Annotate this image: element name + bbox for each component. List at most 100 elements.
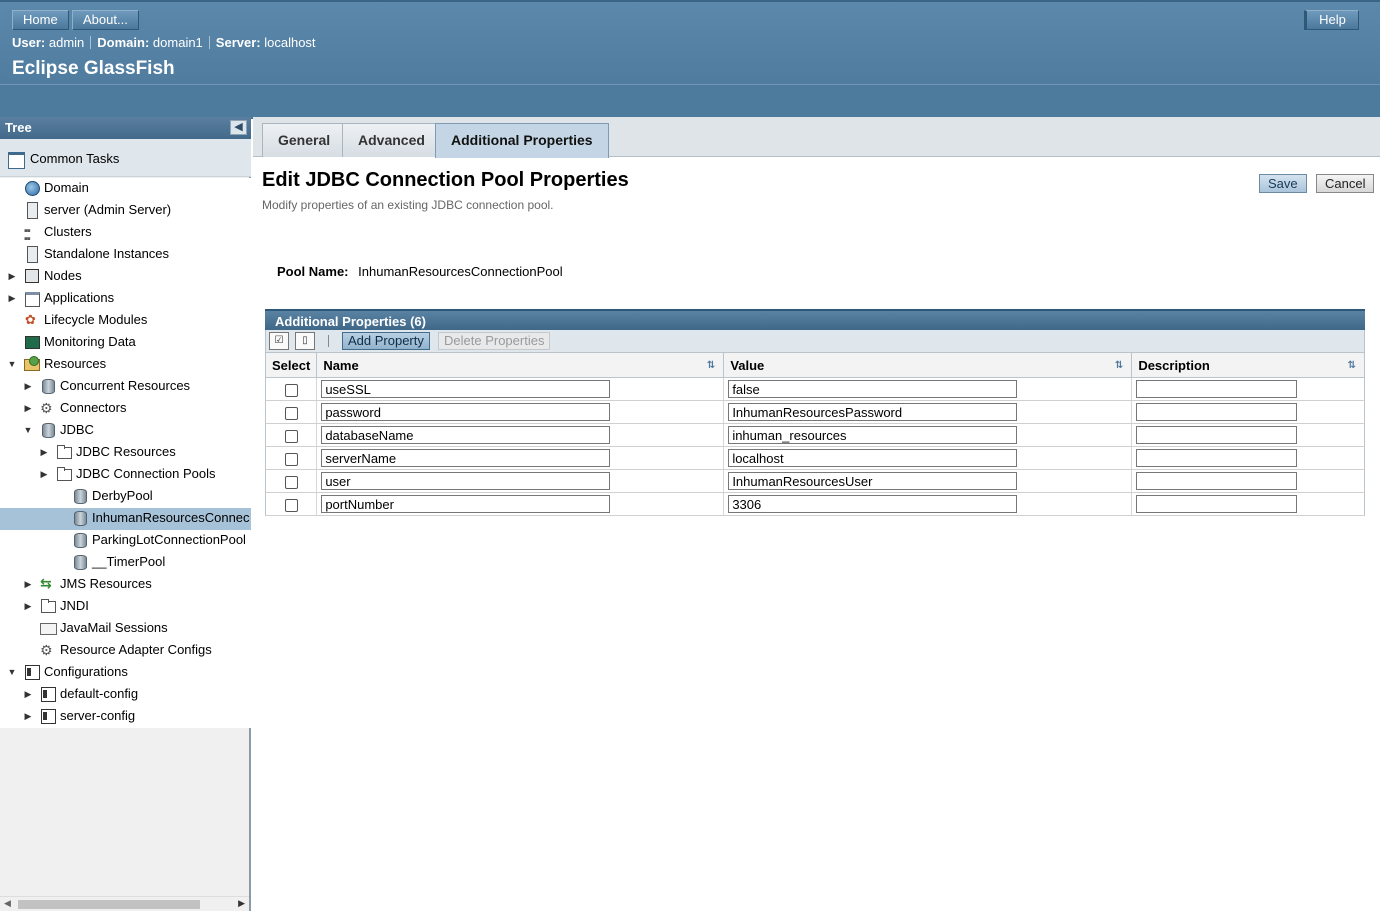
property-name-input[interactable] <box>321 472 611 490</box>
property-description-input[interactable] <box>1136 495 1298 513</box>
tree-node[interactable]: ParkingLotConnectionPool <box>0 530 251 552</box>
tree-node[interactable]: Resource Adapter Configs <box>0 640 251 662</box>
save-button[interactable]: Save <box>1259 174 1307 193</box>
sort-icon[interactable]: ⇅ <box>707 360 715 371</box>
property-name-input[interactable] <box>321 380 611 398</box>
column-description[interactable]: Description ⇅ <box>1131 352 1365 378</box>
property-value-input[interactable] <box>728 472 1018 490</box>
tree-node-label: JavaMail Sessions <box>60 620 168 635</box>
tree-node[interactable]: ▶ server-config <box>0 706 251 728</box>
property-value-input[interactable] <box>728 495 1018 513</box>
property-name-input[interactable] <box>321 449 611 467</box>
tree-node[interactable]: ▶ Connectors <box>0 398 251 420</box>
collapse-arrow-icon[interactable]: ▼ <box>7 354 17 374</box>
home-button[interactable]: Home <box>12 10 69 30</box>
common-tasks-label: Common Tasks <box>30 151 120 166</box>
tree-node[interactable]: Lifecycle Modules <box>0 310 251 332</box>
tree-node[interactable]: __TimerPool <box>0 552 251 574</box>
tree-node[interactable]: Monitoring Data <box>0 332 251 354</box>
tree-node[interactable]: Clusters <box>0 221 251 249</box>
tree-node[interactable]: ▼ Resources <box>0 354 251 376</box>
tree-node[interactable]: ▶ Applications <box>0 288 251 310</box>
row-checkbox[interactable] <box>284 498 298 512</box>
tree-node[interactable]: ▶ JNDI <box>0 596 251 618</box>
tree-node[interactable]: server (Admin Server) <box>0 200 251 222</box>
tree-node[interactable]: InhumanResourcesConnec <box>0 508 251 530</box>
cancel-button[interactable]: Cancel <box>1316 174 1375 193</box>
value-cell <box>723 492 1132 516</box>
sort-icon[interactable]: ⇅ <box>1115 360 1123 371</box>
tree-node[interactable]: ▼ JDBC <box>0 420 251 442</box>
expand-arrow-icon[interactable]: ▶ <box>23 596 33 616</box>
property-description-input[interactable] <box>1136 472 1298 490</box>
tree-node-label: JNDI <box>60 598 89 613</box>
property-value-input[interactable] <box>728 426 1018 444</box>
tree-node[interactable]: DerbyPool <box>0 486 251 508</box>
tab-general[interactable]: General <box>262 123 347 157</box>
product-brand: Eclipse GlassFish <box>12 58 175 79</box>
tree-horizontal-scrollbar[interactable]: ◀ ▶ <box>0 896 249 911</box>
property-description-input[interactable] <box>1136 403 1298 421</box>
tab-additional-properties[interactable]: Additional Properties <box>435 123 609 158</box>
select-all-icon[interactable]: ☑ <box>269 332 289 350</box>
row-checkbox[interactable] <box>284 429 298 443</box>
scroll-left-icon[interactable]: ◀ <box>4 898 11 909</box>
tree-node[interactable]: ▶ Nodes <box>0 266 251 288</box>
property-description-input[interactable] <box>1136 449 1298 467</box>
database-icon <box>72 510 87 526</box>
folder-icon <box>56 444 72 459</box>
tree-node[interactable]: ▶ default-config <box>0 684 251 706</box>
property-value-input[interactable] <box>728 403 1018 421</box>
tab-advanced[interactable]: Advanced <box>342 123 441 157</box>
expand-arrow-icon[interactable]: ▶ <box>23 706 33 726</box>
property-description-input[interactable] <box>1136 380 1298 398</box>
scroll-right-icon[interactable]: ▶ <box>238 898 245 909</box>
description-cell <box>1131 423 1365 447</box>
property-value-input[interactable] <box>728 449 1018 467</box>
property-description-input[interactable] <box>1136 426 1298 444</box>
jms-icon <box>40 573 55 593</box>
scroll-thumb[interactable] <box>18 900 200 909</box>
property-name-input[interactable] <box>321 403 611 421</box>
row-checkbox[interactable] <box>284 383 298 397</box>
row-checkbox[interactable] <box>284 452 298 466</box>
tree-node[interactable]: ▶ Concurrent Resources <box>0 376 251 398</box>
expand-arrow-icon[interactable]: ▶ <box>39 442 49 462</box>
common-tasks-link[interactable]: Common Tasks <box>0 139 251 177</box>
table-row <box>264 446 1365 470</box>
row-select-cell <box>264 446 317 470</box>
tree-node[interactable]: ▼ Configurations <box>0 662 251 684</box>
description-cell <box>1131 492 1365 516</box>
expand-arrow-icon[interactable]: ▶ <box>23 398 33 418</box>
delete-properties-button[interactable]: Delete Properties <box>438 332 551 350</box>
row-checkbox[interactable] <box>284 406 298 420</box>
expand-arrow-icon[interactable]: ▶ <box>23 684 33 704</box>
collapse-arrow-icon[interactable]: ▼ <box>23 420 33 440</box>
property-name-input[interactable] <box>321 495 611 513</box>
deselect-all-icon[interactable]: ▯ <box>295 332 315 350</box>
about-button[interactable]: About... <box>72 10 139 30</box>
expand-arrow-icon[interactable]: ▶ <box>7 288 17 308</box>
tree-node[interactable]: ▶ JDBC Resources <box>0 442 251 464</box>
expand-arrow-icon[interactable]: ▶ <box>23 376 33 396</box>
property-value-input[interactable] <box>728 380 1018 398</box>
expand-arrow-icon[interactable]: ▶ <box>7 266 17 286</box>
tree-node[interactable]: Domain <box>0 178 251 200</box>
tree-node[interactable]: ▶ JMS Resources <box>0 573 251 596</box>
add-property-button[interactable]: Add Property <box>342 332 430 350</box>
collapse-arrow-icon[interactable]: ▼ <box>7 662 17 682</box>
expand-arrow-icon[interactable]: ▶ <box>39 464 49 484</box>
tree-node[interactable]: Standalone Instances <box>0 244 251 266</box>
help-button[interactable]: Help <box>1304 10 1359 30</box>
tree-node[interactable]: ▶ JDBC Connection Pools <box>0 464 251 486</box>
collapse-panel-icon[interactable]: ◀ <box>230 120 247 135</box>
tab-bar: General Advanced Additional Properties <box>253 117 1380 158</box>
server-icon <box>24 246 39 263</box>
column-value[interactable]: Value ⇅ <box>723 352 1133 378</box>
expand-arrow-icon[interactable]: ▶ <box>23 574 33 594</box>
property-name-input[interactable] <box>321 426 611 444</box>
tree-node[interactable]: JavaMail Sessions <box>0 618 251 640</box>
row-checkbox[interactable] <box>284 475 298 489</box>
column-name[interactable]: Name ⇅ <box>316 352 725 378</box>
sort-icon[interactable]: ⇅ <box>1348 360 1356 371</box>
